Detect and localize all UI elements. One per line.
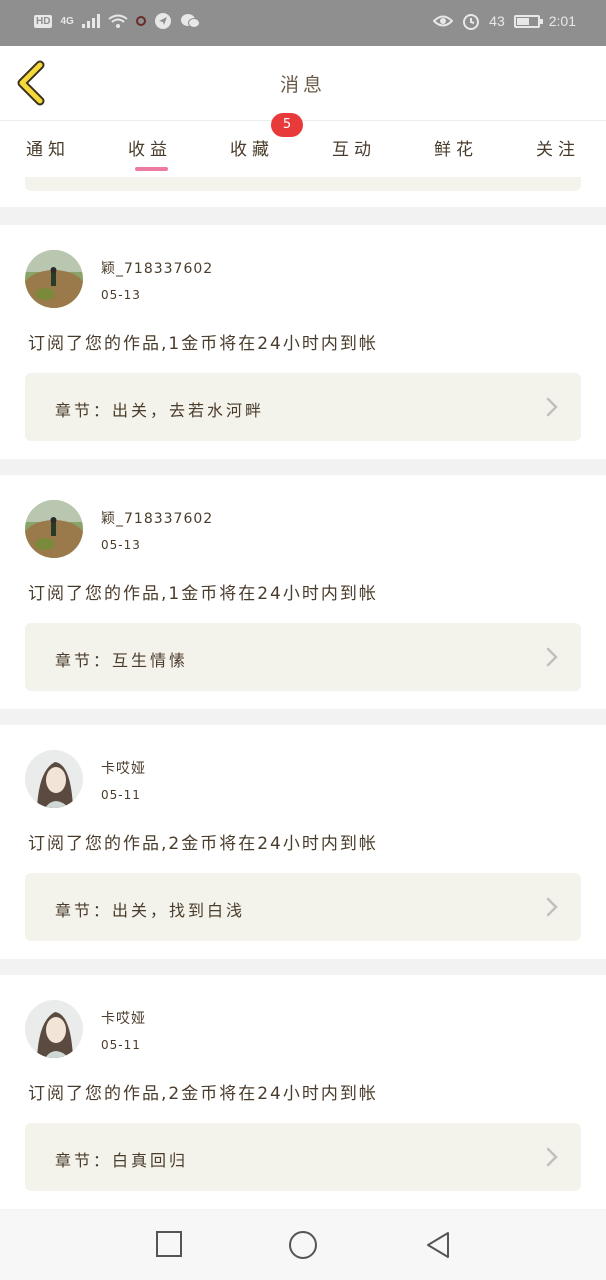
tab-favorites[interactable]: 收藏 [230,135,274,160]
chapter-link[interactable]: 章节：出关，找到白浅 [25,873,581,941]
avatar[interactable] [25,750,83,808]
message-text: 订阅了您的作品,1金币将在24小时内到帐 [28,584,378,604]
clock: 2:01 [548,13,576,29]
unread-badge: 5 [271,113,303,137]
tab-notifications[interactable]: 通知 [26,135,70,160]
home-button[interactable] [288,1230,318,1264]
back-nav-button[interactable] [424,1230,452,1264]
hd-icon: HD [34,14,53,28]
chapter-link[interactable]: 章节：互生情愫 [25,623,581,691]
tab-bar: 通知 收益 收藏 互动 鲜花 关注 [0,121,606,177]
message-list[interactable]: 颖_718337602 05-13 订阅了您的作品,1金币将在24小时内到帐 章… [0,177,606,1210]
chapter-link[interactable]: 章节：出关，去若水河畔 [25,373,581,441]
tab-earnings[interactable]: 收益 [128,135,172,160]
tab-following[interactable]: 关注 [536,135,580,160]
active-tab-indicator [135,167,168,171]
alarm-icon [462,12,480,30]
chevron-right-icon [546,897,558,917]
battery-icon [513,14,543,28]
avatar[interactable] [25,250,83,308]
tab-interactions[interactable]: 互动 [332,135,376,160]
record-icon [135,16,146,26]
chapter-chip-partial [25,177,581,191]
location-icon [154,12,172,30]
username: 颖_718337602 [101,261,214,277]
tab-flowers[interactable]: 鲜花 [434,135,478,160]
battery-percent: 43 [489,13,505,29]
chapter-label: 章节：互生情愫 [55,651,189,670]
list-item: 卡哎娅 05-11 订阅了您的作品,2金币将在24小时内到帐 章节：白真回归 [0,975,606,1209]
wifi-icon [108,14,128,28]
chevron-right-icon [546,647,558,667]
message-text: 订阅了您的作品,2金币将在24小时内到帐 [28,834,378,854]
username: 颖_718337602 [101,511,214,527]
network-type: 4G [60,15,74,27]
username: 卡哎娅 [101,761,146,777]
list-item-partial [0,177,606,207]
username: 卡哎娅 [101,1011,146,1027]
message-text: 订阅了您的作品,2金币将在24小时内到帐 [28,1084,378,1104]
list-item: 颖_718337602 05-13 订阅了您的作品,1金币将在24小时内到帐 章… [0,225,606,459]
date: 05-11 [101,788,141,802]
date: 05-11 [101,1038,141,1052]
chapter-label: 章节：出关，找到白浅 [55,901,246,920]
eye-icon [433,14,454,28]
square-icon [156,1231,182,1257]
chapter-label: 章节：白真回归 [55,1151,189,1170]
page-title: 消息 [279,74,326,96]
signal-icon [81,14,100,28]
triangle-back-icon [427,1232,449,1258]
message-text: 订阅了您的作品,1金币将在24小时内到帐 [28,334,378,354]
status-bar: HD 4G 43 2:01 [0,0,606,46]
avatar[interactable] [25,1000,83,1058]
wechat-icon [180,13,200,29]
system-nav-bar [0,1210,606,1280]
chevron-right-icon [546,1147,558,1167]
chapter-link[interactable]: 章节：白真回归 [25,1123,581,1191]
list-item: 卡哎娅 05-11 订阅了您的作品,2金币将在24小时内到帐 章节：出关，找到白… [0,725,606,959]
recents-button[interactable] [155,1230,183,1262]
chevron-right-icon [546,397,558,417]
date: 05-13 [101,538,141,552]
circle-icon [289,1231,317,1259]
chapter-label: 章节：出关，去若水河畔 [55,401,265,420]
top-bar: 消息 [0,46,606,121]
list-item: 颖_718337602 05-13 订阅了您的作品,1金币将在24小时内到帐 章… [0,475,606,709]
avatar[interactable] [25,500,83,558]
date: 05-13 [101,288,141,302]
